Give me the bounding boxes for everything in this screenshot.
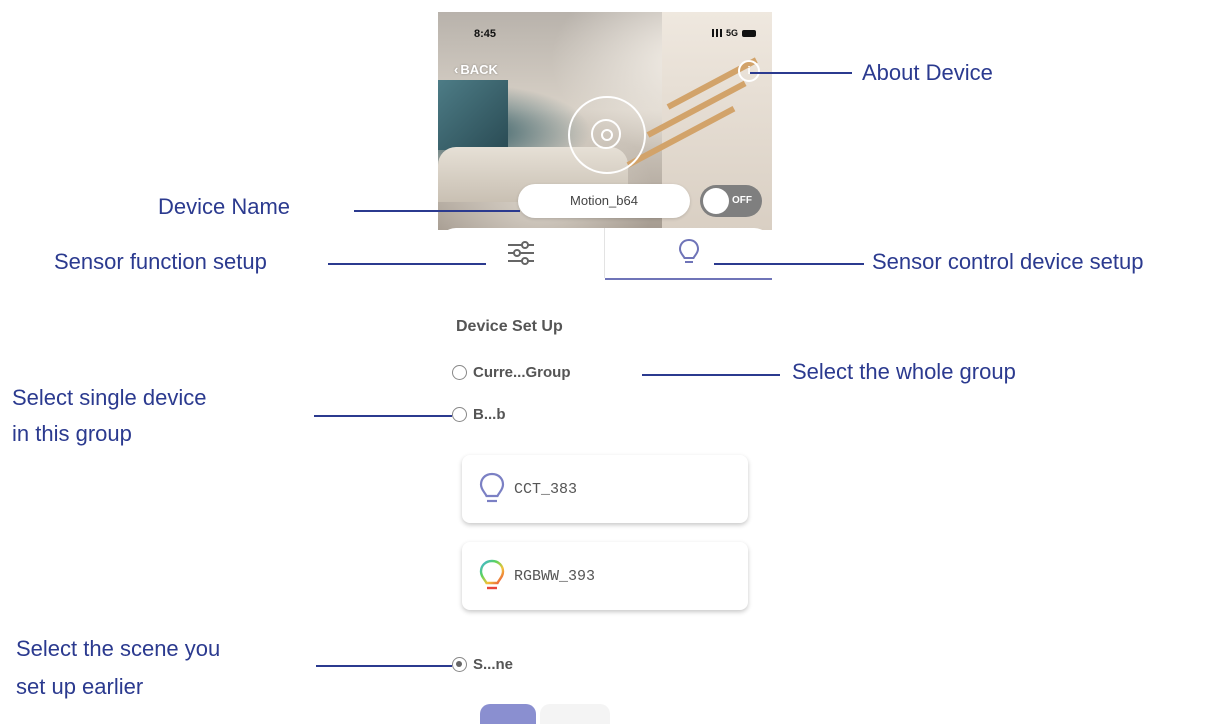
- option-label: B...b: [473, 406, 506, 423]
- device-name: RGBWW_393: [514, 567, 596, 585]
- annotation-select-single-1: Select single device: [12, 385, 207, 410]
- power-toggle[interactable]: OFF: [700, 185, 762, 217]
- scene-chip-selected[interactable]: [480, 704, 536, 724]
- toggle-knob: [703, 188, 729, 214]
- option-current-group[interactable]: Curre...Group: [452, 364, 571, 381]
- device-card-cct[interactable]: CCT_383: [462, 455, 748, 523]
- annotation-line-about: [750, 72, 852, 74]
- annotation-sensor-function-setup: Sensor function setup: [54, 249, 267, 274]
- info-icon[interactable]: i: [738, 60, 760, 82]
- annotation-select-whole-group: Select the whole group: [792, 359, 1016, 384]
- sensor-dot: [601, 129, 613, 141]
- annotation-select-single-2: in this group: [12, 421, 132, 446]
- annotation-line-sensor-function: [328, 263, 486, 265]
- status-icons: 5G: [711, 28, 756, 38]
- chevron-left-icon: ‹: [454, 62, 459, 77]
- toggle-label: OFF: [732, 195, 752, 206]
- device-card-rgbww[interactable]: RGBWW_393: [462, 542, 748, 610]
- bulb-icon: [479, 472, 505, 503]
- scene-chip[interactable]: [540, 704, 610, 724]
- option-label: Curre...Group: [473, 364, 571, 381]
- annotation-line-sensor-control: [714, 263, 864, 265]
- annotation-line-device-name: [354, 210, 520, 212]
- status-time: 8:45: [474, 28, 497, 40]
- annotation-line-scene: [316, 665, 452, 667]
- tab-sensor-function[interactable]: [438, 228, 605, 278]
- tab-bar: [438, 228, 772, 280]
- section-title: Device Set Up: [456, 318, 563, 335]
- annotation-device-name: Device Name: [158, 194, 291, 219]
- bulb-icon: [678, 238, 699, 263]
- option-bulb[interactable]: B...b: [452, 406, 506, 423]
- back-button[interactable]: ‹ BACK: [454, 62, 498, 77]
- annotation-select-scene-1: Select the scene you: [16, 636, 221, 661]
- tab-sensor-control[interactable]: [605, 228, 772, 280]
- option-scene[interactable]: S...ne: [452, 656, 513, 673]
- radio-button[interactable]: [452, 365, 467, 380]
- option-label: S...ne: [473, 656, 514, 673]
- room-photo-header: 8:45 5G ‹ BACK i Motion_b64 OFF: [438, 12, 772, 230]
- annotation-about-device: About Device: [862, 60, 993, 85]
- annotation-select-scene-2: set up earlier: [16, 674, 144, 699]
- photo-window: [438, 80, 508, 150]
- annotation-line-whole-group: [642, 374, 780, 376]
- network-label: 5G: [725, 28, 738, 38]
- signal-icon: [711, 29, 722, 37]
- device-name-pill[interactable]: Motion_b64: [518, 184, 690, 218]
- sliders-icon: [508, 241, 534, 265]
- annotation-line-single-device: [314, 415, 452, 417]
- back-label: BACK: [460, 62, 498, 77]
- device-name: CCT_383: [514, 480, 578, 498]
- radio-button-checked[interactable]: [452, 657, 467, 672]
- rgb-bulb-icon: [479, 559, 505, 590]
- battery-icon: [742, 29, 756, 37]
- annotation-sensor-control-device-setup: Sensor control device setup: [872, 249, 1144, 274]
- radio-button[interactable]: [452, 407, 467, 422]
